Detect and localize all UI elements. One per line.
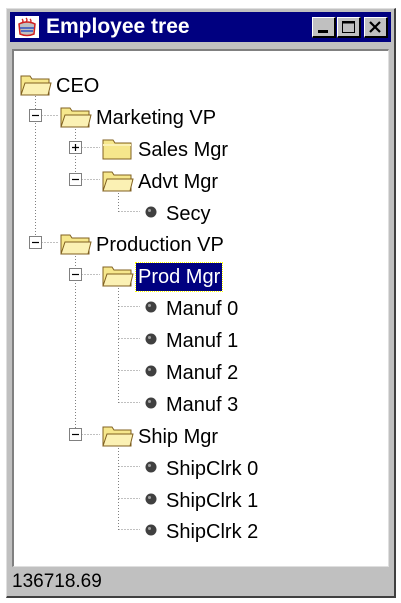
closed-folder-icon — [102, 139, 132, 160]
tree-node-label: Prod Mgr — [134, 262, 224, 292]
tree-node-label: Ship Mgr — [138, 426, 219, 448]
tree-node-label: ShipClrk 0 — [166, 458, 259, 480]
tree-node-label: Manuf 2 — [166, 362, 239, 384]
tree-node-label: ShipClrk 1 — [166, 490, 259, 512]
minus-icon — [72, 178, 79, 181]
open-folder-icon — [102, 426, 134, 447]
open-folder-icon — [20, 75, 52, 96]
open-folder-icon — [102, 266, 134, 287]
leaf-dot-icon — [145, 524, 157, 536]
leaf-dot-icon — [145, 461, 157, 473]
tree-node-label: CEO — [56, 75, 100, 97]
close-button[interactable] — [364, 17, 388, 38]
open-folder-icon — [60, 234, 92, 255]
employee-tree-window: Employee tree CEO Marketing VP Sales Mgr… — [6, 8, 396, 598]
minus-icon — [32, 114, 39, 117]
tree-node-label: ShipClrk 2 — [166, 521, 259, 543]
minus-icon — [32, 241, 39, 244]
leaf-dot-icon — [145, 206, 157, 218]
tree-node-label: Marketing VP — [96, 107, 217, 129]
tree-node-label: Manuf 3 — [166, 394, 239, 416]
leaf-dot-icon — [145, 397, 157, 409]
tree-node-label: Manuf 0 — [166, 298, 239, 320]
expand-toggle-sales-mgr[interactable] — [69, 141, 82, 154]
leaf-dot-icon — [145, 333, 157, 345]
java-cup-icon[interactable] — [15, 16, 39, 38]
leaf-dot-icon — [145, 365, 157, 377]
minus-icon — [72, 273, 79, 276]
collapse-toggle-production-vp[interactable] — [29, 236, 42, 249]
status-value: 136718.69 — [12, 571, 102, 592]
title-bar[interactable]: Employee tree — [10, 12, 391, 42]
open-folder-icon — [60, 107, 92, 128]
maximize-icon — [342, 21, 355, 33]
tree-node-label: Sales Mgr — [138, 139, 229, 161]
window-title: Employee tree — [46, 15, 190, 38]
collapse-toggle-prod-mgr[interactable] — [69, 268, 82, 281]
tree-node-label: Production VP — [96, 234, 224, 256]
collapse-toggle-ship-mgr[interactable] — [69, 428, 82, 441]
minimize-button[interactable] — [312, 17, 336, 38]
plus-icon — [72, 144, 79, 151]
employee-tree[interactable]: CEO Marketing VP Sales Mgr Advt Mgr Secy… — [12, 49, 389, 567]
open-folder-icon — [102, 171, 134, 192]
tree-node-label: Manuf 1 — [166, 330, 239, 352]
close-icon — [369, 21, 381, 33]
minus-icon — [72, 433, 79, 436]
leaf-dot-icon — [145, 493, 157, 505]
status-bar: 136718.69 — [10, 570, 391, 594]
minimize-icon — [318, 30, 328, 33]
collapse-toggle-advt-mgr[interactable] — [69, 173, 82, 186]
leaf-dot-icon — [145, 301, 157, 313]
collapse-toggle-marketing-vp[interactable] — [29, 109, 42, 122]
tree-node-label: Secy — [166, 203, 211, 225]
maximize-button[interactable] — [337, 17, 361, 38]
tree-node-label: Advt Mgr — [138, 171, 219, 193]
